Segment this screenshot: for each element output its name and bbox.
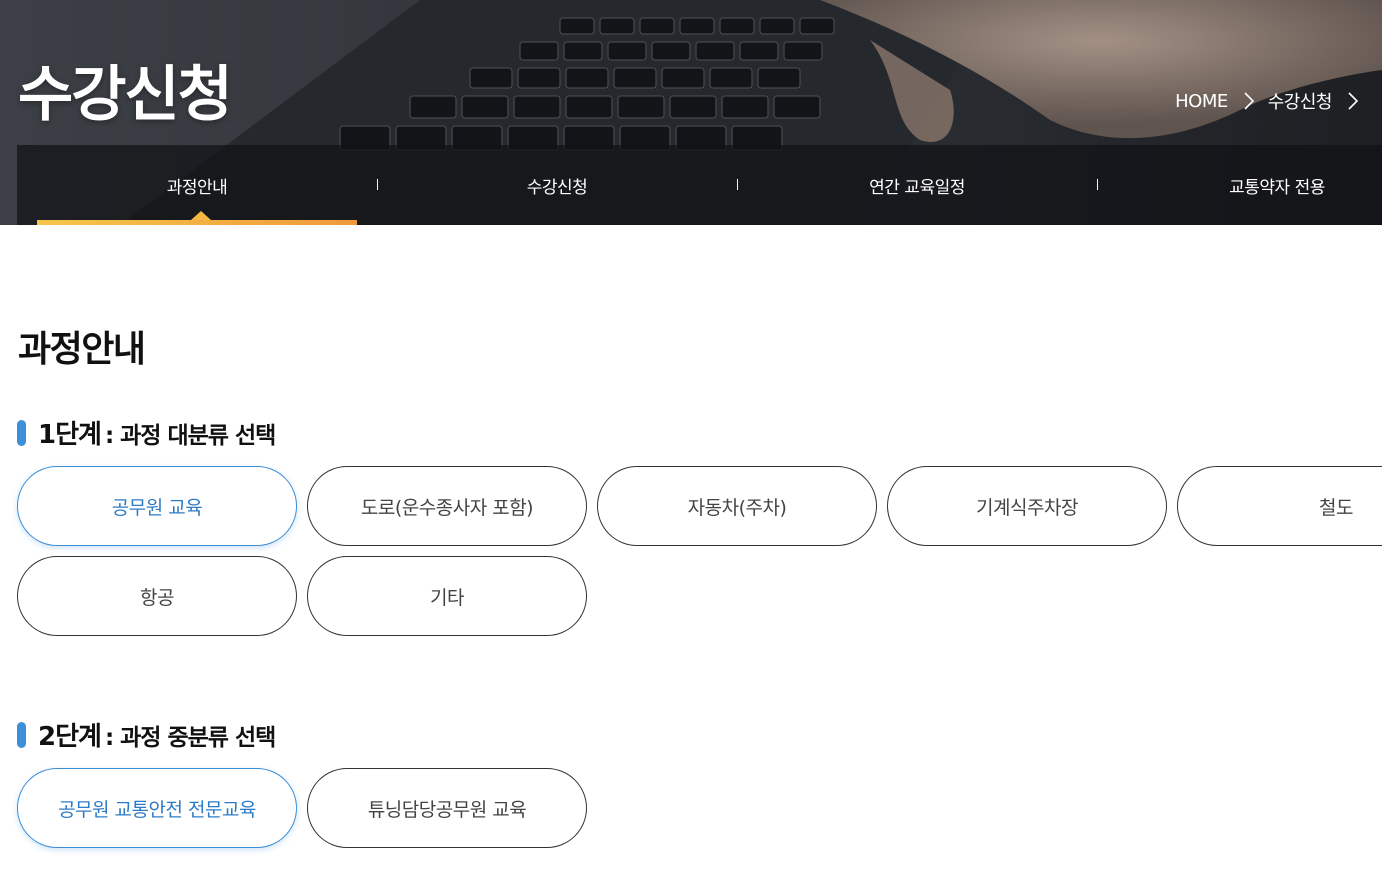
category-option-public-official[interactable]: 공무원 교육	[17, 466, 297, 546]
active-tab-indicator-bar	[37, 220, 357, 225]
tab-annual-schedule[interactable]: 연간 교육일정	[737, 145, 1097, 225]
step1-heading: 1단계 : 과정 대분류 선택	[17, 414, 276, 451]
breadcrumb-home-link[interactable]: HOME	[1175, 91, 1228, 112]
page-header-title: 수강신청	[18, 60, 233, 130]
chevron-right-icon	[1348, 92, 1359, 110]
category-option-automobile[interactable]: 자동차(주차)	[597, 466, 877, 546]
step2-label: : 과정 중분류 선택	[104, 724, 276, 751]
sub-navigation-bar: 과정안내 수강신청 연간 교육일정 교통약자 전용	[17, 145, 1382, 225]
step-marker-icon	[17, 721, 26, 748]
breadcrumb-current-link[interactable]: 수강신청	[1268, 88, 1333, 114]
category-option-other[interactable]: 기타	[307, 556, 587, 636]
step1-number: 1단계	[38, 420, 102, 450]
category-option-mechanical-parking[interactable]: 기계식주차장	[887, 466, 1167, 546]
breadcrumb: HOME 수강신청	[1175, 88, 1372, 114]
section-title: 과정안내	[18, 329, 146, 370]
subcategory-option-traffic-safety[interactable]: 공무원 교통안전 전문교육	[17, 768, 297, 848]
step2-heading: 2단계 : 과정 중분류 선택	[17, 716, 276, 753]
category-option-aviation[interactable]: 항공	[17, 556, 297, 636]
step2-number: 2단계	[38, 722, 102, 752]
active-tab-indicator-arrow	[191, 211, 211, 220]
hero-banner: 수강신청 HOME 수강신청 과정안내 수강신청 연간 교육일정 교통약자 전용	[0, 0, 1382, 225]
chevron-right-icon	[1244, 92, 1254, 110]
step1-label: : 과정 대분류 선택	[104, 422, 276, 449]
subcategory-option-tuning[interactable]: 튜닝담당공무원 교육	[307, 768, 587, 848]
tab-accessibility[interactable]: 교통약자 전용	[1097, 145, 1382, 225]
category-option-road[interactable]: 도로(운수종사자 포함)	[307, 466, 587, 546]
tab-registration[interactable]: 수강신청	[377, 145, 737, 225]
step-marker-icon	[17, 419, 26, 446]
category-option-railway[interactable]: 철도	[1177, 466, 1382, 546]
